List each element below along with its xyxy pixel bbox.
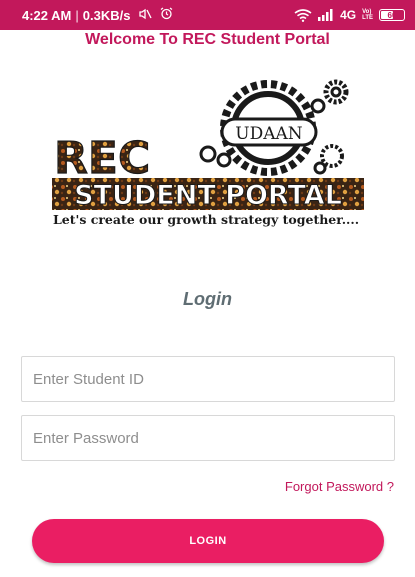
login-heading: Login — [183, 289, 232, 309]
app-logo: UDAAN REC STUDENT PORTAL Let's create ou… — [48, 76, 370, 236]
forgot-password-link[interactable]: Forgot Password ? — [285, 479, 394, 494]
status-left: 4:22 AM | 0.3KB/s — [22, 7, 173, 23]
status-separator: | — [75, 7, 79, 23]
alarm-icon — [160, 7, 173, 23]
status-bar: 4:22 AM | 0.3KB/s 4G Vo) LTE 60 — [0, 0, 415, 30]
login-button[interactable]: LOGIN — [32, 519, 384, 563]
student-id-input[interactable] — [21, 356, 395, 402]
mute-icon — [138, 8, 153, 23]
volte-bottom: LTE — [362, 15, 373, 21]
volte-indicator: Vo) LTE — [362, 9, 373, 21]
battery-icon: 60 — [379, 9, 405, 21]
battery-text: 60 — [387, 10, 397, 20]
password-input[interactable] — [21, 415, 395, 461]
logo-line2: STUDENT PORTAL — [74, 180, 342, 211]
logo-line1: REC — [54, 133, 150, 184]
welcome-title: Welcome To REC Student Portal — [85, 31, 330, 48]
logo-badge-text: UDAAN — [235, 124, 303, 144]
network-type: 4G — [340, 8, 357, 22]
status-time: 4:22 AM — [22, 7, 72, 23]
signal-icon — [318, 9, 334, 21]
wifi-icon — [294, 8, 312, 22]
logo-tagline: Let's create our growth strategy togethe… — [53, 212, 359, 227]
logo-graphic: UDAAN REC STUDENT PORTAL Let's create ou… — [52, 79, 364, 227]
status-right: 4G Vo) LTE 60 — [294, 8, 405, 22]
status-speed: 0.3KB/s — [82, 7, 131, 23]
